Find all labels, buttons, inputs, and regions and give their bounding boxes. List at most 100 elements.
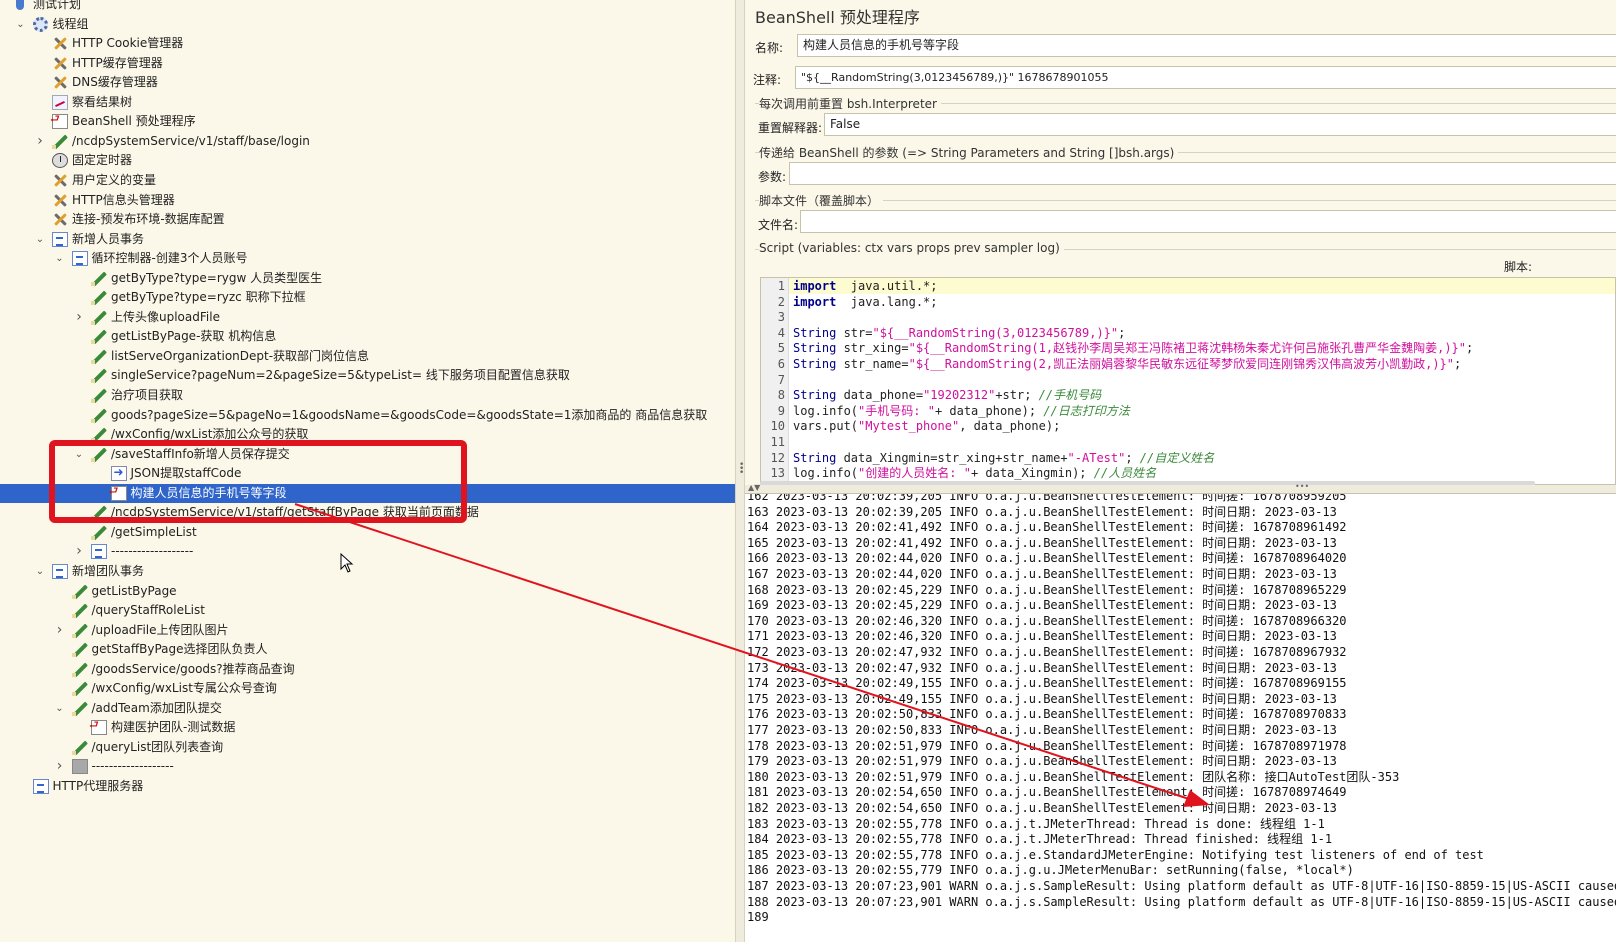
tree-node-label: getListByPage-获取 机构信息	[111, 329, 277, 344]
code-line[interactable]: log.info("手机号码: "+ data_phone); //日志打印方法	[793, 404, 1615, 420]
tree-node-label: singleService?pageNum=2&pageSize=5&typeL…	[111, 368, 570, 383]
tree-node[interactable]: › -------------------	[0, 542, 735, 561]
tree-node[interactable]: BeanShell 预处理程序	[0, 112, 735, 131]
tree-node[interactable]: 构建人员信息的手机号等字段	[0, 483, 735, 503]
wrench-icon	[52, 193, 68, 208]
code-line[interactable]: String data_phone="19202312"+str; //手机号码	[793, 388, 1615, 404]
pen-icon	[71, 701, 88, 716]
collapse-toggle-icon[interactable]: ⌄	[15, 15, 27, 34]
code-line[interactable]	[793, 310, 1615, 326]
tree-node[interactable]: 用户定义的变量	[0, 171, 735, 190]
tree-node[interactable]: 治疗项目获取	[0, 386, 735, 405]
tree-node[interactable]: /wxConfig/wxList专属公众号查询	[0, 679, 735, 698]
tree-node[interactable]: /queryList团队列表查询	[0, 738, 735, 757]
pen-icon	[91, 310, 107, 325]
tree-node[interactable]: getStaffByPage选择团队负责人	[0, 640, 735, 659]
tree-node[interactable]: /queryStaffRoleList	[0, 601, 735, 620]
name-input[interactable]: 构建人员信息的手机号等字段	[797, 34, 1616, 57]
tree-node[interactable]: HTTP Cookie管理器	[0, 34, 735, 53]
tree-node[interactable]: ⌄ 线程组	[0, 15, 735, 34]
tree-node[interactable]: 固定定时器	[0, 151, 735, 170]
log-line: 188 2023-03-13 20:07:23,901 WARN o.a.j.s…	[747, 894, 1616, 909]
expand-toggle-icon[interactable]: ›	[34, 132, 46, 151]
code-line[interactable]: String data_Xingmin=str_xing+str_name+"-…	[793, 451, 1615, 467]
expand-toggle-icon[interactable]: ›	[54, 757, 66, 776]
tree-node[interactable]: /wxConfig/wxList添加公众号的获取	[0, 425, 735, 444]
collapse-toggle-icon[interactable]: ⌄	[34, 230, 46, 249]
tree-node[interactable]: 连接-预发布环境-数据库配置	[0, 210, 735, 229]
expand-toggle-icon[interactable]: ›	[54, 621, 66, 640]
tree-node[interactable]: /goodsService/goods?推荐商品查询	[0, 660, 735, 679]
reset-interpreter-label: 重置解释器:	[758, 121, 823, 135]
log-panel-divider[interactable]: ▲▼ •••	[745, 482, 1616, 493]
tree-node[interactable]: › /uploadFile上传团队图片	[0, 621, 735, 640]
pen-icon	[91, 349, 107, 364]
tree-node[interactable]: goods?pageSize=5&pageNo=1&goodsName=&goo…	[0, 406, 735, 425]
expand-toggle-icon[interactable]: ›	[73, 542, 85, 561]
code-line[interactable]: log.info("创建的人员姓名: "+ data_Xingmin); //人…	[793, 466, 1615, 482]
code-line[interactable]	[793, 435, 1615, 451]
log-line: 189	[747, 910, 769, 925]
tree-node[interactable]: HTTP信息头管理器	[0, 191, 735, 210]
params-input[interactable]	[789, 162, 1616, 185]
tree-node[interactable]: › /ncdpSystemService/v1/staff/base/login	[0, 132, 735, 151]
code-line[interactable]: String str_name="${__RandomString(2,凯正法丽…	[793, 357, 1615, 373]
tree-node[interactable]: 察看结果树	[0, 93, 735, 112]
collapse-toggle-icon[interactable]: ⌄	[54, 249, 66, 268]
tree-node-label: goods?pageSize=5&pageNo=1&goodsName=&goo…	[111, 407, 708, 422]
tree-node[interactable]: 构建医护团队-测试数据	[0, 718, 735, 737]
tree-node[interactable]: › -------------------	[0, 757, 735, 776]
test-plan-tree[interactable]: 测试计划 ⌄ 线程组 HTTP Cookie管理器 HTTP缓存管理器 DNS缓存管理器察…	[0, 0, 735, 942]
line-number: 9	[777, 403, 785, 418]
log-line: 176 2023-03-13 20:02:50,833 INFO o.a.j.u…	[747, 707, 1347, 722]
tree-node[interactable]: ⌄ 新增团队事务	[0, 562, 735, 581]
log-line: 179 2023-03-13 20:02:51,979 INFO o.a.j.u…	[747, 754, 1337, 769]
tree-node[interactable]: /getSimpleList	[0, 523, 735, 542]
log-panel[interactable]: 162 2023-03-13 20:02:39,205 INFO o.a.j.u…	[745, 493, 1616, 942]
collapse-toggle-icon[interactable]: ⌄	[73, 445, 85, 464]
tree-node-label: HTTP代理服务器	[52, 779, 144, 793]
pen-icon	[71, 603, 88, 619]
tree-node[interactable]: getListByPage-获取 机构信息	[0, 327, 735, 346]
collapse-toggle-icon[interactable]: ⌄	[34, 562, 46, 581]
tree-node[interactable]: singleService?pageNum=2&pageSize=5&typeL…	[0, 366, 735, 385]
tree-node[interactable]: ⌄ /addTeam添加团队提交	[0, 699, 735, 718]
tree-node[interactable]: › 上传头像uploadFile	[0, 308, 735, 327]
script-editor[interactable]: 1 import java.util.*; 2 import java.lang.*;…	[760, 277, 1616, 485]
tree-node[interactable]: ⌄ 循环控制器-创建3个人员账号	[0, 249, 735, 268]
collapse-toggle-icon[interactable]: ⌄	[54, 699, 66, 718]
tree-node[interactable]: JSON提取staffCode	[0, 464, 735, 483]
tree-node-label: 新增人员事务	[72, 231, 145, 246]
controller-icon	[52, 231, 68, 247]
tree-node[interactable]: listServeOrganizationDept-获取部门岗位信息	[0, 347, 735, 366]
expand-toggle-icon[interactable]: ›	[73, 308, 85, 327]
code-line[interactable]: String str_xing="${__RandomString(1,赵钱孙李…	[793, 341, 1615, 357]
code-line[interactable]: import java.util.*;	[793, 279, 1615, 295]
pane-splitter[interactable]: • • •	[735, 0, 745, 942]
reset-interpreter-select[interactable]: False	[824, 113, 1616, 136]
tree-node[interactable]: getByType?type=rygw 人员类型医生	[0, 269, 735, 288]
line-number: 1	[777, 279, 785, 293]
tree-node[interactable]: ⌄ /saveStaffInfo新增人员保存提交	[0, 445, 735, 464]
gray-box-icon	[71, 759, 88, 775]
tree-node[interactable]: DNS缓存管理器	[0, 73, 735, 92]
tree-node[interactable]: getByType?type=ryzc 职称下拉框	[0, 288, 735, 307]
tree-node[interactable]: getListByPage	[0, 582, 735, 601]
tree-node[interactable]: ⌄ 新增人员事务	[0, 230, 735, 249]
pen-icon	[52, 134, 68, 149]
tree-node[interactable]: 测试计划	[0, 0, 735, 14]
tree-node-label: 线程组	[52, 16, 89, 31]
tree-node-label: /queryList团队列表查询	[91, 739, 224, 754]
comment-input[interactable]: "${__RandomString(3,0123456789,)}" 16786…	[795, 66, 1616, 89]
code-line[interactable]: import java.lang.*;	[793, 295, 1615, 311]
code-line[interactable]: vars.put("Mytest_phone", data_phone);	[793, 419, 1615, 435]
tree-node[interactable]: HTTP缓存管理器	[0, 54, 735, 73]
code-line[interactable]	[793, 373, 1615, 389]
log-line: 164 2023-03-13 20:02:41,492 INFO o.a.j.u…	[747, 520, 1347, 535]
tree-node-label: 上传头像uploadFile	[111, 309, 220, 324]
tree-node[interactable]: /ncdpSystemService/v1/staff/getStaffByPa…	[0, 503, 735, 522]
filename-input[interactable]	[800, 210, 1616, 233]
code-line[interactable]: String str="${__RandomString(3,012345678…	[793, 326, 1615, 342]
line-number: 13	[770, 466, 785, 481]
tree-node[interactable]: HTTP代理服务器	[0, 777, 735, 796]
